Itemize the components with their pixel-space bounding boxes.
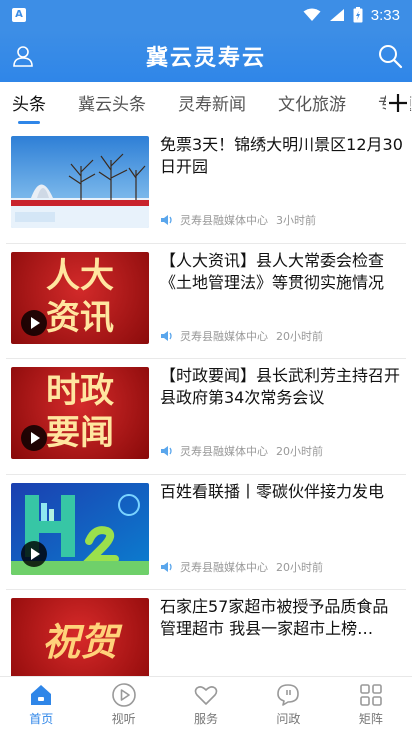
play-icon[interactable] [21, 309, 47, 336]
app-title: 冀云灵寿云 [145, 46, 266, 71]
news-item[interactable]: 免票3天！锦绣大明川景区12月30日开园 灵寿县融媒体中心 3小时前 [6, 128, 406, 244]
tab-label: 灵寿新闻 [178, 95, 246, 115]
signal-icon [329, 9, 344, 21]
play-icon[interactable] [21, 540, 47, 567]
tab-jiyun-headlines[interactable]: 冀云头条 [66, 82, 146, 128]
play-circle-icon [111, 683, 136, 707]
app-header: 冀云灵寿云 [0, 30, 412, 82]
news-thumbnail: 时政 要闻 [11, 367, 149, 459]
news-thumbnail [11, 482, 149, 575]
thumbnail-caption: 时政 [46, 371, 114, 411]
news-meta: 灵寿县融媒体中心 20小时前 [160, 559, 323, 575]
search-icon[interactable] [376, 42, 404, 70]
nav-politics[interactable]: 问政 [247, 677, 329, 732]
bottom-navigation: 首页 视听 服务 问政 矩阵 [0, 676, 412, 732]
add-channel-icon[interactable] [386, 91, 410, 115]
nav-label: 视听 [111, 712, 136, 726]
news-time: 3小时前 [276, 214, 316, 227]
news-time: 20小时前 [276, 329, 323, 343]
home-icon [31, 685, 52, 705]
nav-label: 问政 [276, 712, 301, 726]
battery-icon [353, 7, 363, 23]
news-meta: 灵寿县融媒体中心 3小时前 [160, 212, 316, 228]
audio-icon[interactable] [160, 330, 174, 342]
nav-matrix[interactable]: 矩阵 [330, 677, 412, 732]
nav-label: 服务 [194, 712, 219, 726]
news-meta: 灵寿县融媒体中心 20小时前 [160, 443, 323, 459]
news-thumbnail: 祝贺 [11, 598, 149, 676]
news-title: 石家庄57家超市被授予品质食品管理超市 我县一家超市上榜… [160, 597, 389, 638]
tab-lingshou-news[interactable]: 灵寿新闻 [166, 82, 246, 128]
news-thumbnail [11, 136, 149, 228]
audio-icon[interactable] [160, 214, 174, 226]
status-time: 3:33 [370, 6, 400, 24]
news-title: 【人大资讯】县人大常委会检查《土地管理法》等贯彻实施情况 [160, 250, 385, 292]
news-item[interactable]: 百姓看联播丨零碳伙伴接力发电 灵寿县融媒体中心 20小时前 [6, 475, 406, 590]
news-source: 灵寿县融媒体中心 [180, 560, 268, 574]
news-item[interactable]: 时政 要闻 【时政要闻】县长武利芳主持召开县政府第34次常务会议 灵寿县融媒体中… [6, 359, 406, 475]
news-title: 【时政要闻】县长武利芳主持召开县政府第34次常务会议 [160, 366, 401, 407]
news-time: 20小时前 [276, 445, 323, 458]
tab-culture-tourism[interactable]: 文化旅游 [266, 82, 346, 128]
nav-label: 矩阵 [358, 712, 383, 726]
heart-icon [194, 686, 218, 705]
grid-icon [360, 684, 382, 706]
user-icon[interactable] [10, 43, 36, 69]
audio-icon[interactable] [160, 561, 174, 573]
news-item[interactable]: 祝贺 石家庄57家超市被授予品质食品管理超市 我县一家超市上榜… [6, 590, 406, 676]
news-title: 免票3天！锦绣大明川景区12月30日开园 [160, 135, 403, 176]
channel-tabs: 头条 冀云头条 灵寿新闻 文化旅游 专题 [0, 82, 412, 128]
tab-label: 头条 [12, 95, 46, 115]
audio-icon[interactable] [160, 445, 174, 457]
tab-label: 文化旅游 [278, 95, 346, 115]
tab-label: 冀云头条 [78, 95, 146, 115]
active-tab-indicator [18, 121, 40, 124]
news-time: 20小时前 [276, 560, 323, 574]
thumbnail-caption: 祝贺 [41, 619, 118, 664]
news-item[interactable]: 人大 资讯 【人大资讯】县人大常委会检查《土地管理法》等贯彻实施情况 灵寿县融媒… [6, 244, 406, 359]
chat-bubble-icon [277, 684, 300, 706]
nav-media[interactable]: 视听 [82, 677, 164, 732]
nav-home[interactable]: 首页 [0, 677, 82, 732]
tab-headlines[interactable]: 头条 [0, 82, 46, 128]
news-title: 百姓看联播丨零碳伙伴接力发电 [160, 481, 385, 501]
status-bar: A 3:33 [0, 0, 412, 30]
news-source: 灵寿县融媒体中心 [180, 329, 268, 343]
play-icon[interactable] [21, 425, 47, 451]
news-source: 灵寿县融媒体中心 [180, 214, 268, 227]
news-meta: 灵寿县融媒体中心 20小时前 [160, 328, 323, 344]
app-notification-icon: A [12, 8, 26, 22]
news-list: 免票3天！锦绣大明川景区12月30日开园 灵寿县融媒体中心 3小时前 人大 资讯… [0, 128, 412, 676]
nav-label: 首页 [29, 712, 54, 726]
thumbnail-caption: 人大 [46, 255, 114, 296]
news-thumbnail: 人大 资讯 [11, 251, 149, 344]
wifi-icon [303, 8, 321, 21]
nav-services[interactable]: 服务 [165, 677, 247, 732]
news-source: 灵寿县融媒体中心 [180, 445, 268, 458]
